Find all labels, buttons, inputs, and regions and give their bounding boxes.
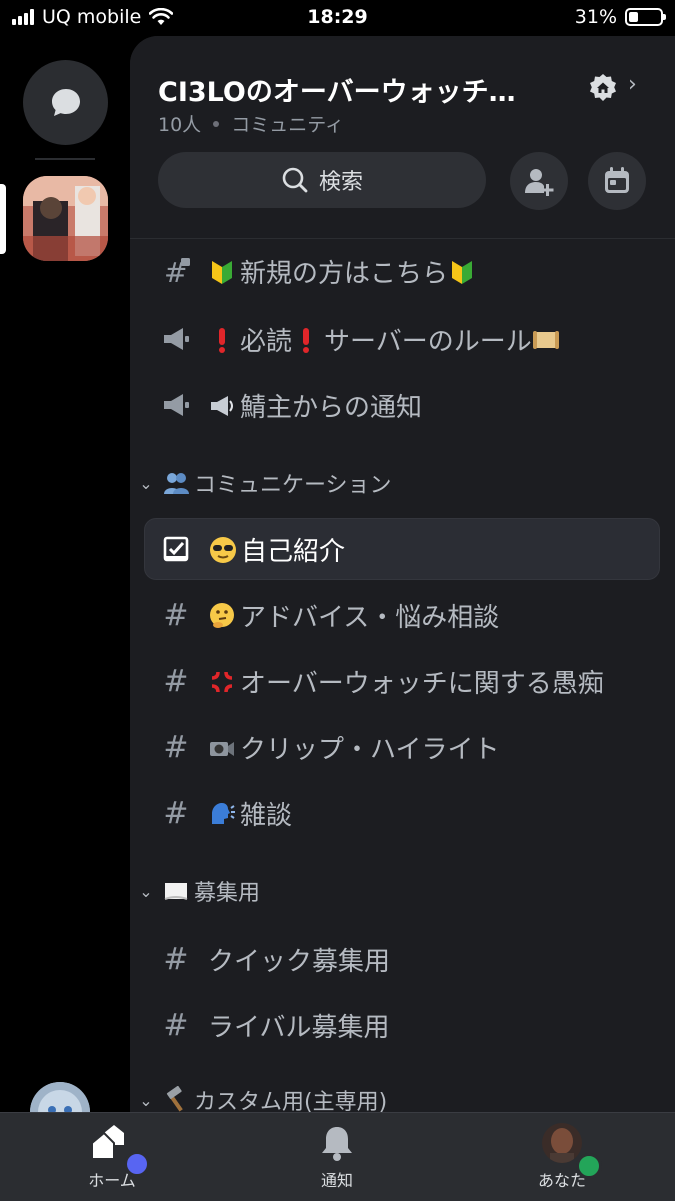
page-icon bbox=[164, 883, 188, 900]
chat-bubble-icon bbox=[51, 88, 80, 116]
status-bar: UQ mobile 18:29 31% bbox=[0, 0, 675, 36]
exclamation-icon bbox=[303, 327, 310, 353]
battery-percent: 31% bbox=[574, 6, 617, 28]
speaking-head-icon bbox=[212, 802, 235, 824]
channel-name: ライバル募集用 bbox=[208, 1012, 390, 1043]
channel-name: クリップ・ハイライト bbox=[240, 734, 500, 765]
hash-icon: # bbox=[163, 1007, 189, 1043]
hash-icon: # bbox=[163, 597, 189, 633]
hash-icon: # bbox=[163, 941, 189, 977]
beginner-mark-icon bbox=[212, 260, 232, 284]
anger-symbol-icon bbox=[211, 671, 233, 692]
nav-home[interactable]: ホーム bbox=[42, 1123, 182, 1191]
loudspeaker-icon bbox=[211, 395, 233, 416]
server-avatar-image bbox=[23, 176, 108, 261]
hash-icon: # bbox=[163, 663, 189, 699]
channel-name-part: サーバーのルール bbox=[324, 326, 532, 357]
rules-check-icon bbox=[159, 531, 195, 567]
channel-item[interactable]: 必読 サーバーのルール bbox=[144, 308, 660, 370]
channel-name: オーバーウォッチに関する愚痴 bbox=[240, 668, 604, 699]
category-header[interactable]: ⌄ コミュニケーション bbox=[136, 465, 392, 501]
bell-icon bbox=[322, 1127, 352, 1161]
exclamation-icon bbox=[219, 327, 225, 353]
server-icon-partial[interactable] bbox=[30, 1082, 90, 1112]
channel-name: 必読 bbox=[240, 326, 293, 357]
category-name: 募集用 bbox=[194, 881, 261, 906]
hash-icon: # bbox=[163, 729, 189, 765]
separator-dot bbox=[213, 120, 220, 127]
nav-you[interactable]: あなた bbox=[492, 1123, 632, 1191]
chevron-down-icon: ⌄ bbox=[139, 881, 153, 901]
channel-item[interactable]: # オーバーウォッチに関する愚痴 bbox=[144, 650, 660, 712]
clock: 18:29 bbox=[307, 6, 368, 28]
home-badge bbox=[124, 1151, 150, 1177]
events-button[interactable] bbox=[588, 152, 646, 210]
channel-item-selected[interactable]: 自己紹介 bbox=[144, 518, 660, 580]
locked-hash-icon: # bbox=[158, 253, 194, 289]
redacted-area bbox=[0, 376, 128, 1076]
avatar bbox=[542, 1123, 582, 1163]
selected-server-indicator bbox=[0, 184, 6, 254]
community-badge-icon[interactable] bbox=[587, 72, 619, 104]
hash-icon: # bbox=[163, 795, 189, 831]
announcement-icon bbox=[158, 387, 194, 423]
channel-item[interactable]: 鯖主からの通知 bbox=[144, 374, 660, 436]
channel-item[interactable]: # ライバル募集用 bbox=[144, 994, 660, 1056]
hammer-icon bbox=[166, 1086, 183, 1112]
invite-members-button[interactable] bbox=[510, 152, 568, 210]
header-divider bbox=[130, 238, 675, 239]
search-button[interactable]: 検索 bbox=[158, 152, 486, 208]
scroll-icon bbox=[532, 330, 559, 349]
video-camera-icon bbox=[210, 741, 234, 756]
channel-item[interactable]: # クイック募集用 bbox=[144, 928, 660, 990]
server-avatar-image bbox=[30, 1082, 90, 1112]
nav-label: 通知 bbox=[320, 1171, 353, 1190]
chevron-right-icon[interactable]: › bbox=[628, 72, 637, 97]
server-type: コミュニティ bbox=[231, 114, 345, 136]
nav-label: あなた bbox=[537, 1171, 586, 1190]
channel-item[interactable]: # クリップ・ハイライト bbox=[144, 716, 660, 778]
search-icon bbox=[282, 167, 308, 193]
chevron-down-icon: ⌄ bbox=[139, 1090, 153, 1110]
channel-name: 自己紹介 bbox=[241, 536, 346, 567]
add-user-icon bbox=[525, 169, 554, 196]
channel-name: 新規の方はこちら bbox=[240, 258, 449, 289]
nav-notifications[interactable]: 通知 bbox=[267, 1123, 407, 1191]
calendar-icon bbox=[605, 167, 629, 193]
category-header[interactable]: ⌄ カスタム用(主専用) bbox=[136, 1082, 387, 1112]
channel-item[interactable]: # 新規の方はこちら bbox=[144, 240, 660, 302]
chevron-down-icon: ⌄ bbox=[139, 473, 153, 493]
channel-panel: CI3LOのオーバーウォッチ… › 10人 コミュニティ 検索 # 新規の方はこ… bbox=[130, 36, 675, 1112]
category-name: コミュニケーション bbox=[194, 473, 392, 498]
channel-item[interactable]: # 雑談 bbox=[144, 782, 660, 844]
channel-item[interactable]: # アドバイス・悩み相談 bbox=[144, 584, 660, 646]
server-icon[interactable] bbox=[23, 176, 108, 261]
server-subtitle: 10人 コミュニティ bbox=[158, 110, 344, 137]
battery-icon bbox=[625, 8, 666, 26]
beginner-mark-icon bbox=[452, 260, 473, 284]
channel-name: アドバイス・悩み相談 bbox=[240, 602, 500, 633]
channel-name: 雑談 bbox=[240, 800, 293, 831]
bottom-nav: ホーム 通知 あなた bbox=[0, 1112, 675, 1201]
member-count: 10人 bbox=[158, 114, 202, 136]
channel-name: クイック募集用 bbox=[208, 946, 391, 977]
sunglasses-face-icon bbox=[210, 536, 236, 563]
category-header[interactable]: ⌄ 募集用 bbox=[136, 873, 260, 909]
server-name[interactable]: CI3LOのオーバーウォッチ… bbox=[158, 70, 516, 109]
people-icon bbox=[164, 473, 189, 494]
category-name: カスタム用(主専用) bbox=[194, 1090, 388, 1112]
thinking-face-icon bbox=[210, 602, 234, 628]
announcement-icon bbox=[158, 321, 194, 357]
nav-label: ホーム bbox=[88, 1171, 136, 1190]
server-rail bbox=[0, 36, 130, 1112]
rail-divider bbox=[35, 158, 95, 160]
channel-name: 鯖主からの通知 bbox=[240, 392, 423, 423]
online-status-badge bbox=[576, 1153, 602, 1179]
search-label: 検索 bbox=[318, 170, 363, 195]
redacted-area bbox=[0, 266, 115, 386]
direct-messages-button[interactable] bbox=[23, 60, 108, 145]
